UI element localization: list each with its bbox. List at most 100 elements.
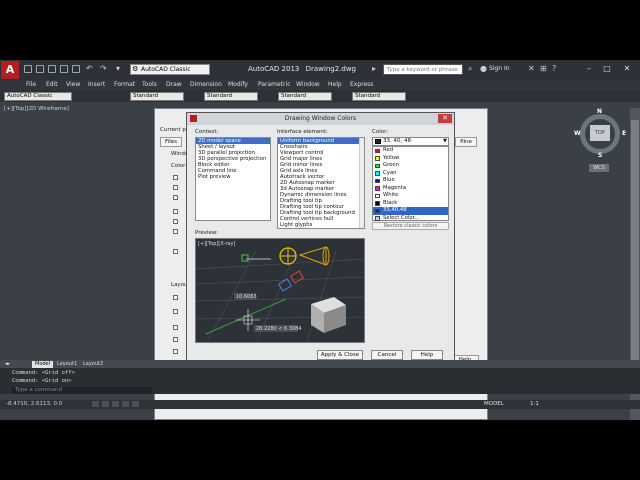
- dim-style-dropdown[interactable]: Standard: [204, 92, 258, 101]
- workspace-select[interactable]: ⚙ AutoCAD Classic: [130, 64, 210, 75]
- search-icon[interactable]: ⌕: [468, 64, 472, 74]
- viewport-control[interactable]: [+][Top][2D Wireframe]: [4, 106, 69, 112]
- exchange-icon[interactable]: ✕: [528, 64, 535, 73]
- search-dropdown-icon[interactable]: ▸: [372, 64, 376, 73]
- help-icon[interactable]: ?: [552, 64, 556, 73]
- color-option[interactable]: White: [373, 192, 448, 200]
- color-dropdown[interactable]: 33, 40, 48 ▼: [372, 137, 449, 146]
- menu-window[interactable]: Window: [296, 81, 320, 88]
- tab-nav-left[interactable]: ◂▸: [2, 361, 13, 368]
- compass-south[interactable]: S: [598, 152, 602, 159]
- text-style-dropdown[interactable]: Standard: [130, 92, 184, 101]
- mleader-style-dropdown[interactable]: Standard: [352, 92, 406, 101]
- redo-icon[interactable]: ↷: [100, 64, 107, 73]
- color-option[interactable]: Blue: [373, 177, 448, 185]
- checkbox[interactable]: [173, 309, 178, 314]
- minimize-icon[interactable]: –: [580, 62, 598, 76]
- cart-icon[interactable]: ⊞: [540, 64, 547, 73]
- checkbox[interactable]: [173, 295, 178, 300]
- workspace-dropdown[interactable]: AutoCAD Classic: [4, 92, 72, 101]
- preview-dimension: 10.6063: [236, 294, 257, 300]
- table-style-dropdown[interactable]: Standard: [278, 92, 332, 101]
- command-history-line: Command: <Grid off>: [12, 370, 75, 376]
- color-option[interactable]: Magenta: [373, 185, 448, 193]
- menu-view[interactable]: View: [66, 81, 80, 88]
- checkbox[interactable]: [173, 175, 178, 180]
- color-option[interactable]: Select Color...: [373, 215, 448, 223]
- dropdown-icon[interactable]: ▾: [116, 64, 120, 73]
- tab-layout2[interactable]: Layout2: [80, 361, 106, 368]
- save-as-icon[interactable]: [60, 65, 68, 73]
- compass-north[interactable]: N: [597, 108, 602, 115]
- new-icon[interactable]: [24, 65, 32, 73]
- list-item[interactable]: Light glyphs: [278, 222, 364, 228]
- menu-dimension[interactable]: Dimension: [190, 81, 222, 88]
- menu-tools[interactable]: Tools: [142, 81, 157, 88]
- color-swatch: [375, 193, 380, 198]
- tab-online[interactable]: fline: [455, 137, 477, 147]
- tab-model[interactable]: Model: [32, 361, 54, 368]
- undo-icon[interactable]: ↶: [86, 64, 93, 73]
- menu-file[interactable]: File: [26, 81, 36, 88]
- apply-close-button[interactable]: Apply & Close: [317, 350, 363, 360]
- snap-icon[interactable]: [92, 401, 99, 407]
- menu-express[interactable]: Express: [350, 81, 373, 88]
- context-list[interactable]: 2D model space Sheet / layout 3D paralle…: [195, 137, 271, 221]
- status-bar: -8.4710, 2.6113, 0.0 MODEL 1:1: [0, 400, 640, 409]
- osnap-icon[interactable]: [132, 401, 139, 407]
- checkbox[interactable]: [173, 249, 178, 254]
- plot-icon[interactable]: [72, 65, 80, 73]
- maximize-icon[interactable]: □: [598, 62, 616, 76]
- annotation-scale[interactable]: 1:1: [530, 401, 539, 407]
- color-option[interactable]: Red: [373, 147, 448, 155]
- list-item[interactable]: Plot preview: [196, 174, 270, 180]
- restore-classic-colors-button[interactable]: Restore classic colors: [372, 222, 449, 230]
- close-icon[interactable]: ✕: [618, 62, 636, 76]
- color-option[interactable]: Green: [373, 162, 448, 170]
- checkbox[interactable]: [173, 195, 178, 200]
- color-option[interactable]: Cyan: [373, 170, 448, 178]
- scrollbar-thumb[interactable]: [631, 120, 639, 370]
- menu-edit[interactable]: Edit: [46, 81, 58, 88]
- checkbox[interactable]: [173, 229, 178, 234]
- menu-format[interactable]: Format: [114, 81, 135, 88]
- sign-in-button[interactable]: Sign In: [489, 65, 510, 72]
- checkbox[interactable]: [173, 325, 178, 330]
- menu-modify[interactable]: Modify: [228, 81, 248, 88]
- wcs-menu[interactable]: WCS: [589, 164, 609, 172]
- ortho-icon[interactable]: [112, 401, 119, 407]
- help-button[interactable]: Help: [411, 350, 443, 360]
- tab-files[interactable]: Files: [160, 137, 182, 147]
- color-option[interactable]: Black: [373, 200, 448, 208]
- close-icon[interactable]: ✕: [438, 114, 452, 123]
- compass-west[interactable]: W: [574, 130, 581, 137]
- menu-draw[interactable]: Draw: [166, 81, 182, 88]
- menu-insert[interactable]: Insert: [88, 81, 105, 88]
- open-icon[interactable]: [36, 65, 44, 73]
- checkbox[interactable]: [173, 337, 178, 342]
- color-options-list[interactable]: Red Yellow Green Cyan Blue Magenta White Black 3…: [372, 146, 449, 221]
- color-option[interactable]: 33,40,48: [373, 207, 448, 215]
- viewcube[interactable]: TOP N S W E: [574, 108, 626, 160]
- interface-element-list[interactable]: Uniform background Crosshairs Viewport c…: [277, 137, 365, 229]
- checkbox[interactable]: [173, 209, 178, 214]
- cube-top-face[interactable]: TOP: [590, 125, 610, 141]
- menu-help[interactable]: Help: [328, 81, 342, 88]
- autocad-logo-icon[interactable]: A: [1, 61, 19, 79]
- list-scrollbar[interactable]: [359, 138, 364, 228]
- cancel-button[interactable]: Cancel: [371, 350, 403, 360]
- color-option[interactable]: Yellow: [373, 155, 448, 163]
- tab-layout1[interactable]: Layout1: [54, 361, 80, 368]
- command-input[interactable]: Type a command: [12, 387, 152, 394]
- checkbox[interactable]: [173, 219, 178, 224]
- grid-icon[interactable]: [102, 401, 109, 407]
- search-input[interactable]: Type a keyword or phrase: [383, 64, 463, 75]
- save-icon[interactable]: [48, 65, 56, 73]
- compass-east[interactable]: E: [622, 130, 626, 137]
- checkbox[interactable]: [173, 349, 178, 354]
- user-icon[interactable]: ●: [480, 64, 487, 73]
- checkbox[interactable]: [173, 185, 178, 190]
- menu-parametric[interactable]: Parametric: [258, 81, 291, 88]
- polar-icon[interactable]: [122, 401, 129, 407]
- model-space-toggle[interactable]: MODEL: [484, 401, 504, 407]
